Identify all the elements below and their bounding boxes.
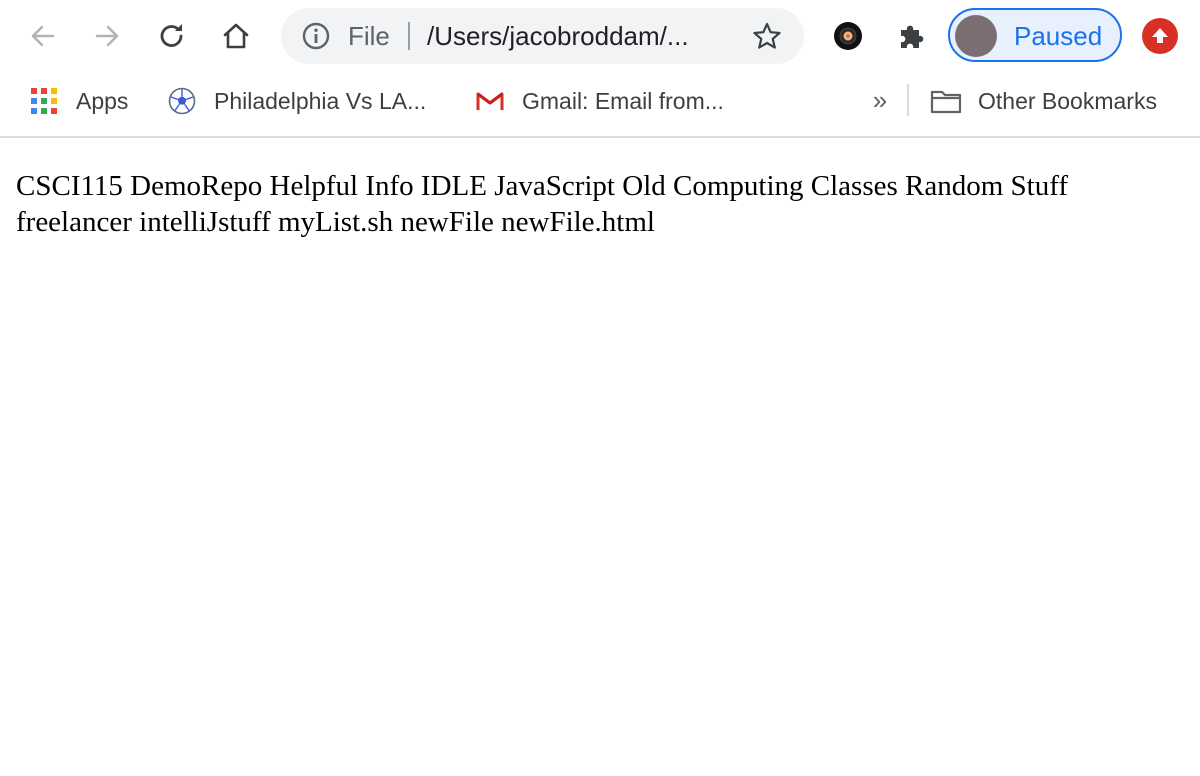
url-scheme-label: File	[348, 21, 390, 51]
home-icon	[223, 23, 249, 49]
bookmark-gmail[interactable]: Gmail: Email from...	[476, 84, 724, 118]
bookmark-label: Apps	[76, 87, 129, 114]
gmail-icon	[476, 92, 504, 110]
listing-entry[interactable]: JavaScript	[494, 170, 615, 202]
extensions-menu-button[interactable]	[892, 16, 932, 56]
bookmark-label: Gmail: Email from...	[522, 87, 724, 114]
bookmark-label: Other Bookmarks	[978, 87, 1157, 114]
soccer-ball-icon	[168, 87, 196, 115]
omnibox-divider	[408, 22, 410, 50]
listing-entry[interactable]: newFile.html	[501, 206, 655, 238]
forward-arrow-icon	[95, 25, 119, 47]
bookmarks-overflow-button[interactable]: »	[866, 84, 894, 118]
info-icon[interactable]	[301, 21, 331, 51]
puzzle-icon	[901, 25, 924, 48]
forward-button[interactable]	[84, 13, 130, 59]
extension-button[interactable]	[828, 16, 868, 56]
listing-entry[interactable]: Helpful Info	[270, 170, 414, 202]
listing-entry[interactable]: myList.sh	[278, 206, 393, 238]
avatar	[955, 15, 997, 57]
listing-entry[interactable]: IDLE	[421, 170, 487, 202]
profile-status-label: Paused	[1014, 21, 1103, 51]
listing-entry[interactable]: freelancer	[16, 206, 132, 238]
listing-entry[interactable]: DemoRepo	[130, 170, 262, 202]
listing-entry[interactable]: CSCI115	[16, 170, 123, 202]
listing-entry[interactable]: intelliJstuff	[139, 206, 271, 238]
browser-toolbar: File /Users/jacobroddam/... Paused	[0, 0, 1200, 74]
listing-entry[interactable]: newFile	[400, 206, 493, 238]
bookmark-label: Philadelphia Vs LA...	[214, 87, 427, 114]
update-arrow-icon	[1152, 28, 1168, 43]
reload-button[interactable]	[149, 13, 195, 59]
bookmarks-bar: Apps Philadelphia Vs LA... Gmail: Email …	[0, 74, 1200, 138]
directory-listing: CSCI115 DemoRepo Helpful Info IDLE JavaS…	[16, 168, 1188, 240]
update-button[interactable]	[1142, 18, 1178, 54]
profile-button[interactable]: Paused	[948, 8, 1122, 62]
apps-grid-icon	[31, 88, 57, 114]
address-bar[interactable]: File /Users/jacobroddam/...	[281, 8, 804, 64]
star-icon[interactable]	[751, 21, 783, 51]
listing-entry[interactable]: Old Computing Classes	[622, 170, 898, 202]
url-text[interactable]: /Users/jacobroddam/...	[427, 21, 689, 51]
reload-icon	[160, 24, 183, 47]
folder-icon	[930, 90, 962, 114]
back-arrow-icon	[31, 25, 55, 47]
back-button[interactable]	[20, 13, 66, 59]
bookmark-other-bookmarks[interactable]: Other Bookmarks	[930, 84, 1157, 118]
bookmarks-separator	[907, 84, 909, 116]
extension-icon	[834, 22, 862, 50]
listing-entry[interactable]: Random Stuff	[905, 170, 1068, 202]
home-button[interactable]	[213, 13, 259, 59]
bookmark-apps[interactable]: Apps	[30, 84, 128, 118]
bookmark-philadelphia[interactable]: Philadelphia Vs LA...	[168, 84, 426, 118]
